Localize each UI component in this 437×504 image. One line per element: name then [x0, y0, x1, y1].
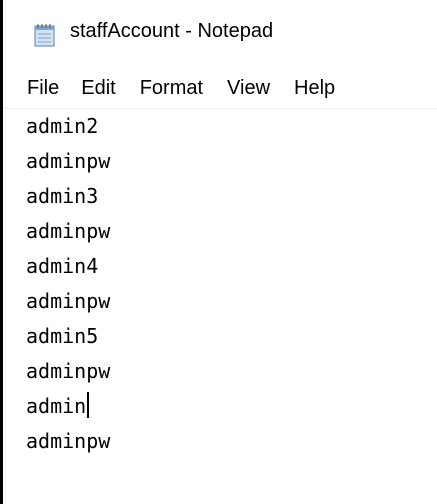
- text-line: adminpw: [26, 359, 111, 383]
- text-line: adminpw: [26, 429, 111, 453]
- text-line: admin4: [26, 254, 99, 278]
- menu-help[interactable]: Help: [294, 73, 335, 104]
- text-line: admin5: [26, 324, 99, 348]
- menu-view[interactable]: View: [227, 73, 270, 104]
- window-title: staffAccount - Notepad: [70, 20, 274, 42]
- menu-format[interactable]: Format: [140, 73, 203, 104]
- text-line: adminpw: [26, 149, 111, 173]
- text-editor-area[interactable]: admin2 adminpw admin3 adminpw admin4 adm…: [3, 109, 437, 504]
- text-line: adminpw: [26, 219, 111, 243]
- menu-file[interactable]: File: [27, 73, 59, 104]
- title-bar[interactable]: staffAccount - Notepad: [3, 0, 437, 68]
- menu-bar: File Edit Format View Help: [3, 68, 437, 108]
- notepad-window: staffAccount - Notepad File Edit Format …: [0, 0, 437, 504]
- text-line: adminpw: [26, 289, 111, 313]
- text-line: admin3: [26, 184, 99, 208]
- notepad-icon: [32, 22, 58, 48]
- text-caret: [87, 392, 90, 418]
- menu-edit[interactable]: Edit: [81, 73, 115, 104]
- text-line: admin2: [26, 114, 99, 138]
- text-line: admin: [26, 389, 90, 424]
